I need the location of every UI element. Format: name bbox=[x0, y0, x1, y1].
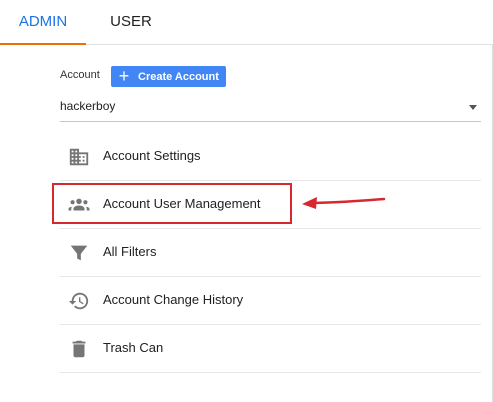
history-icon bbox=[68, 292, 89, 310]
account-menu: Account Settings Account User Management… bbox=[60, 133, 481, 373]
account-selector-value: hackerboy bbox=[60, 99, 116, 113]
plus-icon: + bbox=[118, 66, 130, 86]
menu-item-all-filters[interactable]: All Filters bbox=[60, 229, 481, 277]
menu-item-label: All Filters bbox=[103, 244, 157, 259]
annotation-arrow-icon bbox=[302, 197, 386, 209]
menu-item-account-user-management[interactable]: Account User Management bbox=[60, 181, 481, 229]
account-label: Account bbox=[60, 69, 100, 81]
menu-item-label: Account Settings bbox=[103, 148, 201, 163]
menu-item-trash-can[interactable]: Trash Can bbox=[60, 325, 481, 373]
dropdown-arrow-icon bbox=[469, 105, 477, 110]
tab-user-label: USER bbox=[110, 13, 152, 30]
menu-item-account-settings[interactable]: Account Settings bbox=[60, 133, 481, 181]
create-account-button[interactable]: + Create Account bbox=[111, 66, 226, 87]
menu-item-account-change-history[interactable]: Account Change History bbox=[60, 277, 481, 325]
menu-item-label: Account Change History bbox=[103, 292, 244, 307]
tab-bar: ADMIN USER bbox=[0, 0, 493, 45]
trash-icon bbox=[72, 340, 86, 358]
tab-admin[interactable]: ADMIN bbox=[0, 0, 86, 45]
people-icon bbox=[68, 198, 90, 211]
menu-item-label: Trash Can bbox=[103, 340, 164, 355]
active-tab-indicator bbox=[0, 43, 86, 45]
create-account-label: Create Account bbox=[138, 70, 219, 83]
tab-admin-label: ADMIN bbox=[18, 13, 68, 30]
account-selector[interactable]: hackerboy bbox=[60, 95, 481, 122]
tab-user[interactable]: USER bbox=[91, 0, 171, 44]
menu-item-label: Account User Management bbox=[103, 196, 261, 211]
building-icon bbox=[69, 148, 89, 166]
filter-icon bbox=[70, 245, 88, 261]
